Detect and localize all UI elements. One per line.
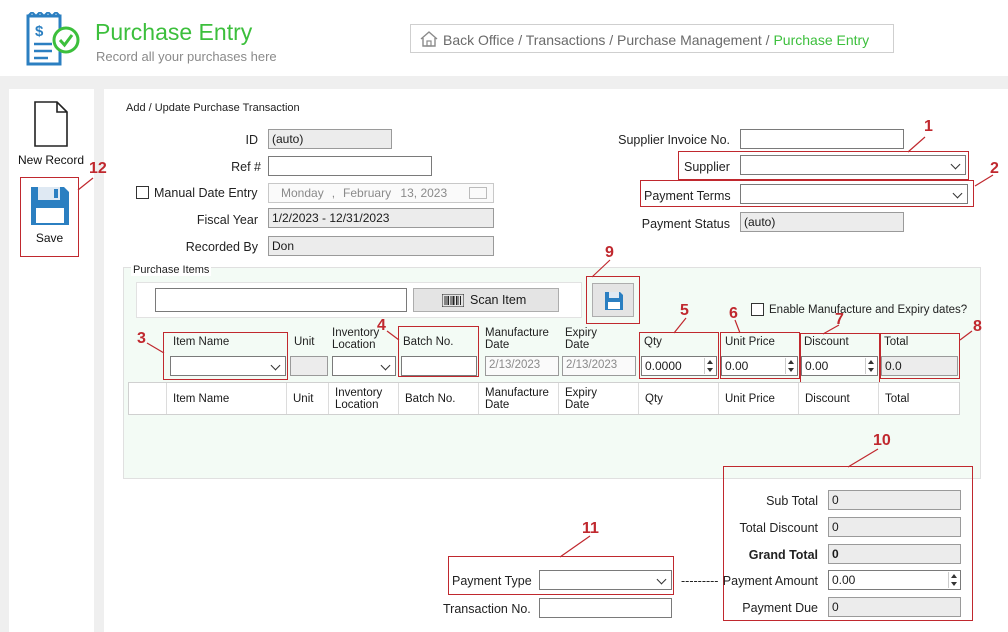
callout-4: 4 (377, 317, 386, 334)
callout-2: 2 (990, 160, 999, 177)
callout-9: 9 (605, 244, 614, 261)
callout-8: 8 (973, 318, 982, 335)
callout-11: 11 (582, 520, 599, 537)
callout-7: 7 (835, 311, 844, 328)
callout-3: 3 (137, 330, 146, 347)
callout-12: 12 (89, 160, 107, 177)
callout-10: 10 (873, 432, 891, 449)
callout-1: 1 (924, 118, 933, 135)
callout-connectors (77, 136, 994, 558)
callout-6: 6 (729, 305, 738, 322)
callout-5: 5 (680, 302, 689, 319)
